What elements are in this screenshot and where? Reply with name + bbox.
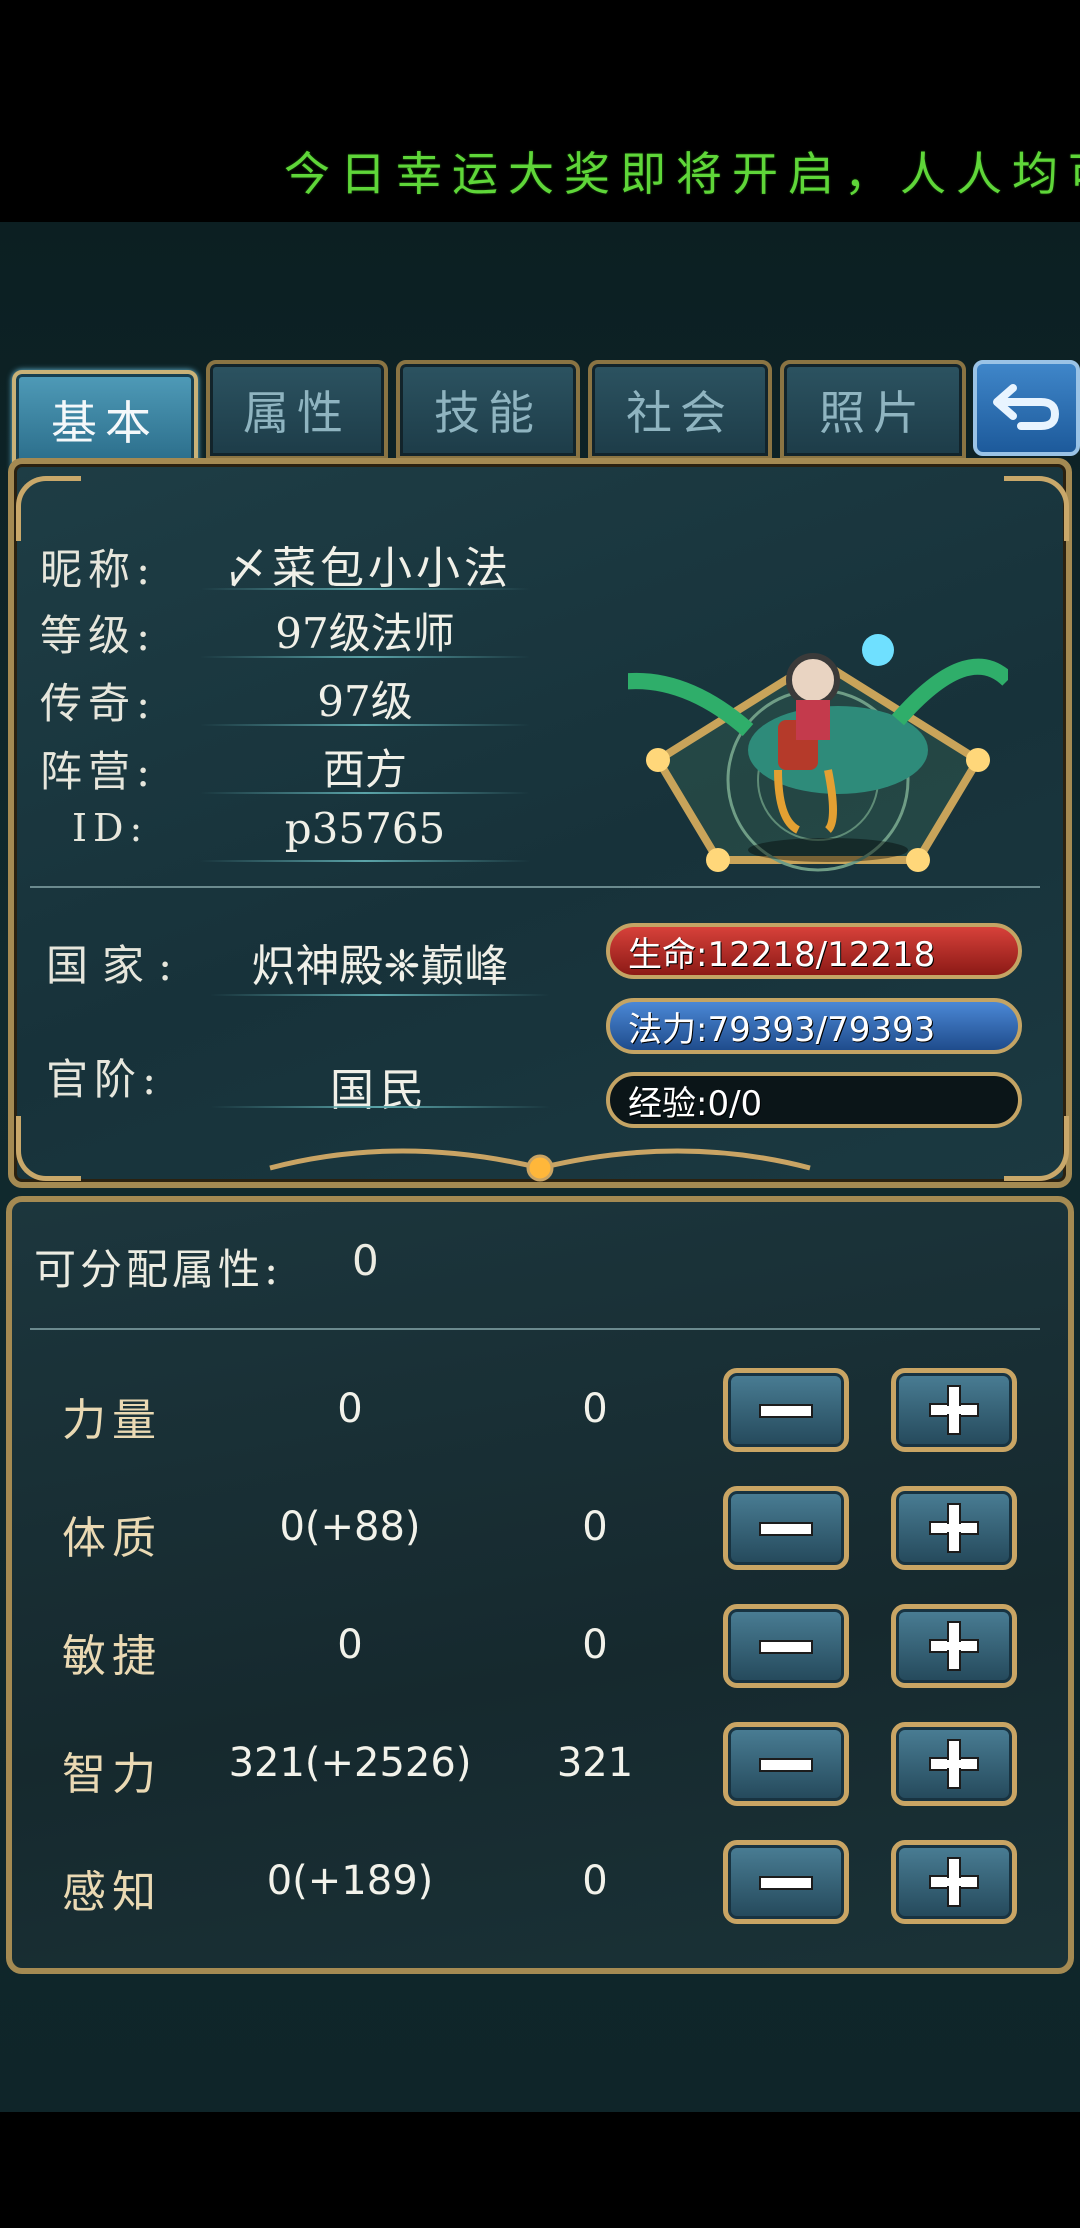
minus-icon — [759, 1876, 813, 1890]
underline — [200, 792, 530, 794]
underline — [200, 860, 530, 862]
minus-icon — [759, 1404, 813, 1418]
tab-basic[interactable]: 基本 — [12, 370, 198, 470]
underline — [210, 1106, 550, 1108]
plus-icon — [929, 1385, 979, 1435]
underline — [210, 994, 550, 996]
camp-value: 西方 — [322, 745, 407, 794]
strength-minus-button[interactable] — [723, 1368, 849, 1452]
attr-alloc-agility: 0 — [582, 1622, 608, 1668]
attr-alloc-strength: 0 — [582, 1386, 608, 1432]
plus-icon — [929, 1503, 979, 1553]
camp-label: 阵营: — [40, 747, 157, 796]
strength-plus-button[interactable] — [891, 1368, 1017, 1452]
tab-photo[interactable]: 照片 — [780, 360, 966, 460]
constitution-minus-button[interactable] — [723, 1486, 849, 1570]
attr-value-intelligence: 321(+2526) — [228, 1740, 472, 1786]
hp-bar: 生命:12218/12218 — [606, 923, 1022, 979]
minus-icon — [759, 1522, 813, 1536]
attr-name-perception: 感知 — [62, 1867, 162, 1918]
attr-name-intelligence: 智力 — [62, 1749, 162, 1800]
level-label: 等级: — [40, 611, 157, 660]
intelligence-minus-button[interactable] — [723, 1722, 849, 1806]
exp-bar: 经验:0/0 — [606, 1072, 1022, 1128]
legend-value: 97级 — [317, 677, 413, 726]
bottom-bar — [0, 2112, 1080, 2228]
attr-value-strength: 0 — [337, 1386, 363, 1432]
character-portrait — [585, 620, 1014, 900]
available-points-value: 0 — [352, 1236, 379, 1285]
panel-ornament — [269, 1148, 811, 1182]
available-points-label: 可分配属性: — [34, 1245, 283, 1294]
marquee-text: 今日幸运大奖即将开启，人人均可 — [284, 147, 1080, 201]
underline — [200, 656, 530, 658]
rank-value: 国民 — [330, 1065, 430, 1116]
underline — [200, 724, 530, 726]
divider — [30, 1328, 1040, 1330]
attr-name-agility: 敏捷 — [62, 1631, 162, 1682]
attr-alloc-intelligence: 321 — [556, 1740, 634, 1786]
country-value: 炽神殿❈巅峰 — [251, 941, 509, 992]
nickname-value: 〆菜包小小法 — [224, 543, 512, 594]
constitution-plus-button[interactable] — [891, 1486, 1017, 1570]
attr-name-constitution: 体质 — [62, 1513, 162, 1564]
attr-value-agility: 0 — [337, 1622, 363, 1668]
nickname-label: 昵称: — [40, 545, 157, 594]
minus-icon — [759, 1758, 813, 1772]
plus-icon — [929, 1621, 979, 1671]
attr-alloc-perception: 0 — [582, 1858, 608, 1904]
id-value: p35765 — [284, 804, 446, 853]
intelligence-plus-button[interactable] — [891, 1722, 1017, 1806]
country-label: 国家: — [46, 941, 187, 990]
tab-social[interactable]: 社会 — [588, 360, 772, 460]
mp-bar: 法力:79393/79393 — [606, 998, 1022, 1054]
id-label: ID: — [72, 806, 149, 850]
underline — [200, 588, 530, 590]
perception-plus-button[interactable] — [891, 1840, 1017, 1924]
back-arrow-icon — [992, 384, 1059, 430]
perception-minus-button[interactable] — [723, 1840, 849, 1924]
marquee-bar: 今日幸运大奖即将开启，人人均可 — [0, 0, 1080, 222]
corner-ornament — [1004, 1116, 1069, 1181]
corner-ornament — [16, 1116, 81, 1181]
tab-skills[interactable]: 技能 — [396, 360, 580, 460]
plus-icon — [929, 1857, 979, 1907]
rank-label: 官阶: — [46, 1055, 163, 1104]
legend-label: 传奇: — [40, 679, 157, 728]
attr-alloc-constitution: 0 — [582, 1504, 608, 1550]
tab-attributes[interactable]: 属性 — [206, 360, 388, 460]
attr-name-strength: 力量 — [62, 1395, 162, 1446]
minus-icon — [759, 1640, 813, 1654]
back-button[interactable] — [973, 360, 1080, 456]
level-value: 97级法师 — [275, 609, 455, 658]
corner-ornament — [1004, 476, 1069, 541]
agility-plus-button[interactable] — [891, 1604, 1017, 1688]
corner-ornament — [16, 476, 81, 541]
agility-minus-button[interactable] — [723, 1604, 849, 1688]
attr-value-perception: 0(+189) — [266, 1858, 434, 1904]
plus-icon — [929, 1739, 979, 1789]
attr-value-constitution: 0(+88) — [279, 1504, 421, 1550]
